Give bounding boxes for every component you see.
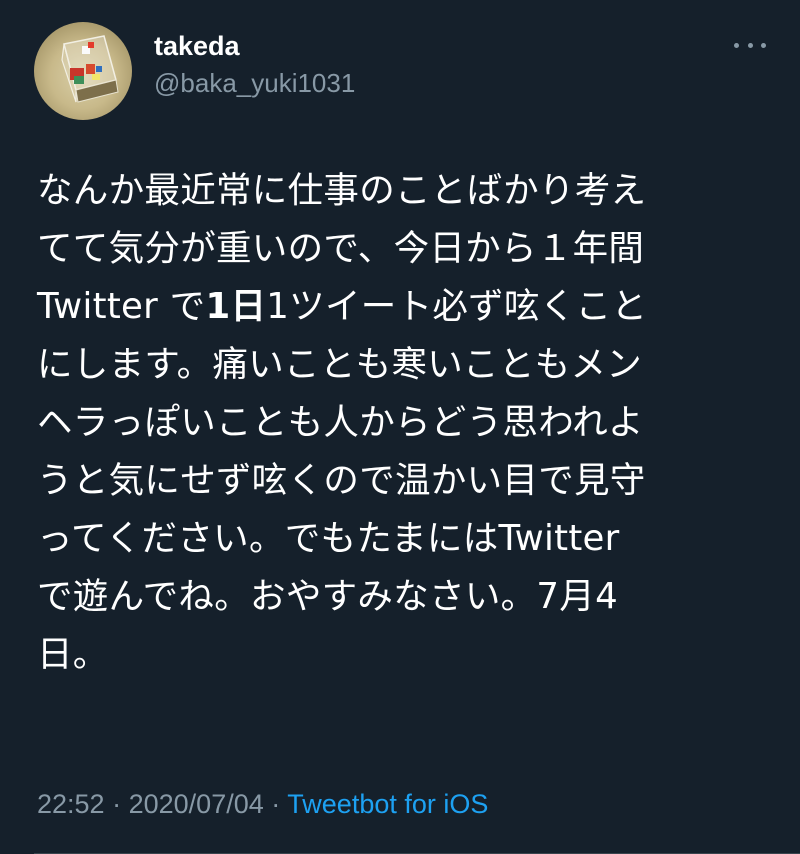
tweet-text-line: ヘラっぽいことも人からどう思われよ [37,394,757,452]
tweet-date[interactable]: 2020/07/04 [129,789,264,819]
tweet-text-line: にします。痛いことも寒いこともメン [37,336,757,394]
tweet-text-segment: てて気分が重いので、今日から１年間 [37,228,645,269]
tweet-text-segment: 日。 [37,634,109,675]
user-handle[interactable]: @baka_yuki1031 [154,66,355,100]
meta-separator: · [271,789,281,819]
tweet-text-line: うと気にせず呟くので温かい目で見守 [37,452,757,510]
tweet-text-line: ってください。でもたまにはTwitter [37,510,757,568]
tweet-text-segment: なんか最近常に仕事のことばかり考え [37,170,647,211]
tweet-text-segment: ヘラっぽいことも人からどう思われよ [37,402,644,443]
tweet-text-line: てて気分が重いので、今日から１年間 [37,220,757,278]
tweet-text-bold-segment: 1日 [205,286,267,327]
tweet-text-line: で遊んでね。おやすみなさい。7月4 [37,568,757,626]
tweet-text-segment: ってください。でもたまにはTwitter [37,518,620,559]
more-dot [747,42,753,48]
author-names: takeda @baka_yuki1031 [154,30,355,100]
tweet-text-line: Twitter で1日1ツイート必ず呟くこと [37,278,757,336]
tweet-card: takeda @baka_yuki1031 なんか最近常に仕事のことばかり考え … [0,0,800,854]
tweet-text-line: なんか最近常に仕事のことばかり考え [37,162,757,220]
tweet-text-segment: にします。痛いことも寒いこともメン [37,344,643,385]
tweet-text-segment: 1ツイート必ず呟くこと [266,286,648,327]
more-dot [761,42,766,48]
more-dot [734,42,739,48]
tweet-source-link[interactable]: Tweetbot for iOS [287,789,488,819]
tweet-text-segment: Twitter で [37,286,206,327]
meta-separator: · [112,789,122,819]
avatar-image [61,35,119,103]
more-options-icon[interactable] [734,38,766,52]
tweet-text-segment: で遊んでね。おやすみなさい。7月4 [37,576,618,617]
tweet-text-line: 日。 [37,626,757,684]
tweet-text-segment: うと気にせず呟くので温かい目で見守 [37,460,646,501]
tweet-text: なんか最近常に仕事のことばかり考え てて気分が重いので、今日から１年間 Twit… [37,162,757,684]
tweet-header: takeda @baka_yuki1031 [34,22,774,122]
display-name[interactable]: takeda [154,30,355,62]
tweet-meta: 22:52 · 2020/07/04 · Tweetbot for iOS [37,786,488,822]
avatar[interactable] [34,22,132,120]
tweet-time[interactable]: 22:52 [37,789,105,819]
